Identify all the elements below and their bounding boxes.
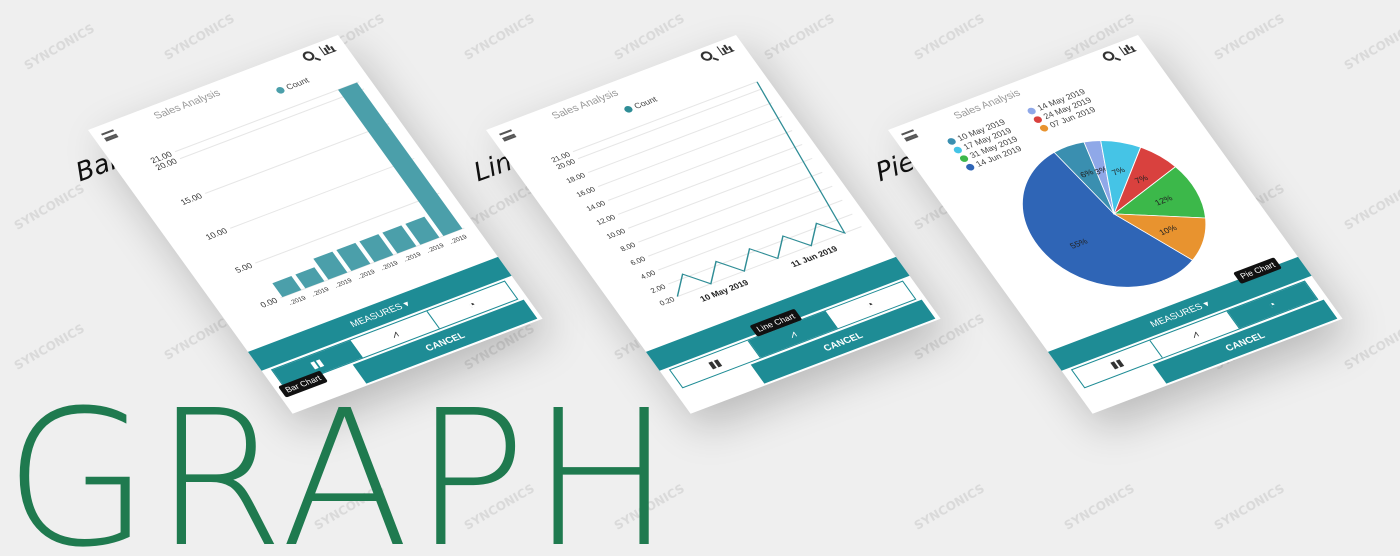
watermark-text: SYNCONICS [161, 11, 237, 63]
graph-title: GRAPH [4, 370, 677, 556]
watermark-text: SYNCONICS [21, 21, 97, 73]
y-tick-label: 0.00 [258, 295, 280, 309]
gridline [637, 171, 823, 243]
series-line [676, 81, 847, 297]
line-chart-icon: ⩘ [786, 328, 799, 341]
bar [272, 276, 302, 298]
x-tick-label: ..2019 [333, 277, 354, 289]
y-tick-label: 10.00 [605, 227, 628, 241]
bar-chart-icon: ▮▮ [706, 357, 724, 371]
search-icon[interactable] [300, 49, 317, 63]
watermark-text: SYNCONICS [1341, 181, 1400, 233]
gridline [627, 157, 813, 229]
bar [338, 82, 463, 236]
bar-chart-icon: ▮▮ [1108, 357, 1126, 371]
gridline [647, 185, 833, 257]
legend-dot [1038, 124, 1050, 133]
chart-subtitle: Sales Analysis [951, 87, 1024, 122]
watermark-text: SYNCONICS [11, 181, 87, 233]
pie-chart-icon: ◔ [465, 299, 479, 311]
phone-pie-chart: Sales Analysis 10 May 2019 14 May 2019 17 … [888, 35, 1343, 414]
line-chart-icon: ⩘ [1188, 328, 1201, 341]
bar-chart-icon: ▮▮ [308, 357, 326, 371]
watermark-text: SYNCONICS [611, 11, 687, 63]
x-tick-label: ..2019 [448, 234, 469, 246]
gridline [587, 102, 773, 174]
y-tick-label: 16.00 [574, 185, 597, 199]
watermark-text: SYNCONICS [761, 11, 837, 63]
y-tick-label: 15.00 [178, 191, 204, 207]
gridline [617, 144, 803, 215]
gridline [204, 123, 390, 194]
watermark-text: SYNCONICS [1211, 11, 1287, 63]
x-tick-label: ..2019 [402, 251, 423, 263]
y-tick-label: 2.00 [649, 282, 668, 294]
chart-subtitle: Sales Analysis [549, 87, 622, 122]
watermark-text: SYNCONICS [11, 321, 87, 373]
x-tick-label: ..2019 [356, 269, 377, 281]
y-tick-label: 12.00 [594, 213, 617, 227]
y-tick-label: 0.20 [658, 295, 677, 307]
pie-chart-icon: ◔ [863, 299, 877, 311]
watermark-text: SYNCONICS [461, 11, 537, 63]
chart-subtitle: Sales Analysis [151, 87, 224, 122]
chart-type-icon[interactable] [716, 42, 735, 56]
phone-bar-chart: Sales Analysis Count 0.00 5.00 10.00 15.00 2… [88, 35, 543, 414]
y-tick-label: 18.00 [564, 171, 587, 185]
x-tick-label: ..2019 [287, 295, 308, 307]
legend-dot [964, 163, 977, 172]
watermark-text: SYNCONICS [1211, 481, 1287, 533]
menu-icon[interactable] [100, 129, 119, 142]
x-tick-label: ..2019 [425, 242, 446, 254]
y-tick-label: 6.00 [628, 255, 647, 267]
watermark-text: SYNCONICS [911, 11, 987, 63]
x-tick-label: ..2019 [379, 260, 400, 272]
y-tick-label: 10.00 [203, 226, 229, 242]
y-tick-label: 4.00 [639, 269, 658, 281]
legend-dot [274, 86, 287, 95]
chart-type-icon[interactable] [1118, 42, 1137, 56]
gridline [597, 116, 783, 187]
y-tick-label: 8.00 [618, 241, 637, 253]
y-tick-label: 5.00 [233, 261, 255, 275]
search-icon[interactable] [1100, 49, 1117, 63]
search-icon[interactable] [698, 49, 715, 63]
line-chart-icon: ⩘ [388, 328, 401, 341]
gridline [229, 157, 415, 229]
watermark-text: SYNCONICS [1061, 481, 1137, 533]
watermark-text: SYNCONICS [1341, 321, 1400, 373]
menu-icon[interactable] [498, 129, 517, 142]
legend-dot [622, 105, 635, 114]
phone-line-chart: Sales Analysis Count 0.20 2.00 4.00 6.00 8.0… [486, 35, 941, 414]
menu-icon[interactable] [900, 129, 919, 142]
x-tick-label: ..2019 [310, 286, 331, 298]
gridline [607, 130, 793, 201]
watermark-text: SYNCONICS [911, 481, 987, 533]
chart-type-icon[interactable] [318, 42, 337, 56]
x-tick-label: 11 Jun 2019 [789, 244, 840, 269]
watermark-text: SYNCONICS [1341, 21, 1400, 73]
y-tick-label: 14.00 [584, 199, 607, 213]
pie-chart-icon: ◔ [1265, 299, 1279, 311]
bar [295, 267, 325, 289]
